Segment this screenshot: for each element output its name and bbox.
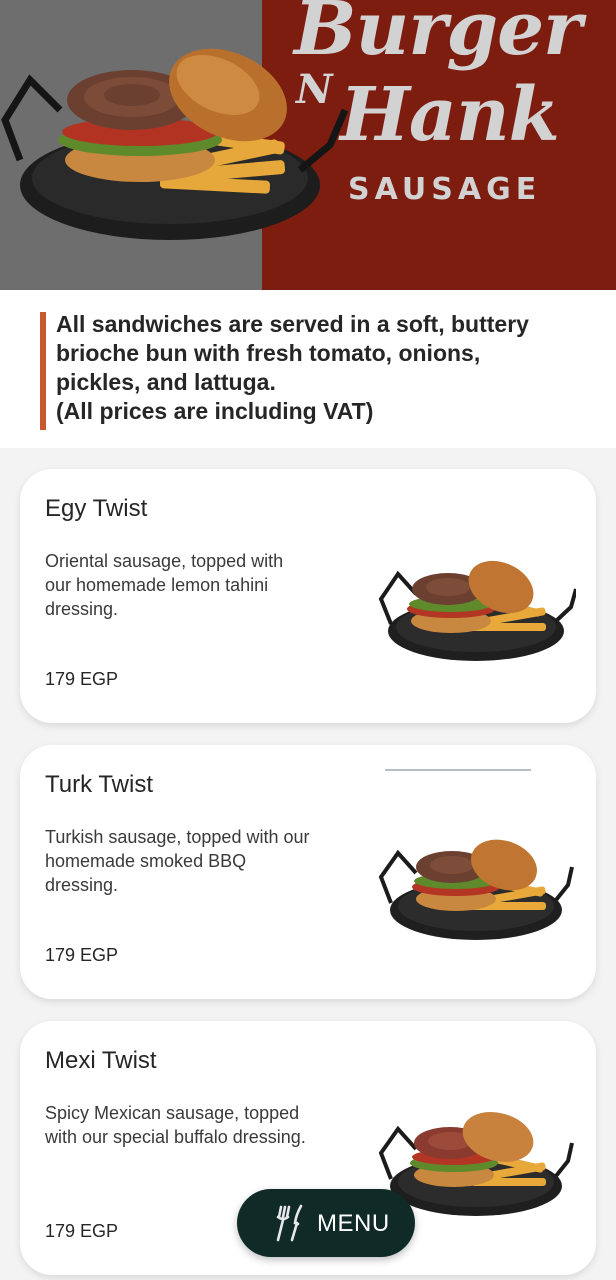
item-description-line: dressing. <box>45 599 119 619</box>
notice-line: (All prices are including VAT) <box>56 398 374 424</box>
item-description: Spicy Mexican sausage, topped with our s… <box>45 1101 345 1149</box>
item-description-line: with our special buffalo dressing. <box>45 1127 306 1147</box>
info-notice: All sandwiches are served in a soft, but… <box>0 290 616 448</box>
item-description: Oriental sausage, topped with our homema… <box>45 549 345 621</box>
menu-button-label: MENU <box>317 1210 390 1237</box>
item-description: Turkish sausage, topped with our homemad… <box>45 825 345 897</box>
item-title: Egy Twist <box>45 495 148 522</box>
notice-line: brioche bun with fresh tomato, onions, <box>56 340 481 366</box>
image-divider-line <box>385 769 531 771</box>
item-price: 179 EGP <box>45 669 119 689</box>
brand-logo-hank: Hank <box>340 72 560 158</box>
item-title: Mexi Twist <box>45 1047 157 1074</box>
menu-button[interactable]: MENU <box>237 1189 415 1257</box>
notice-accent-bar <box>40 312 46 430</box>
brand-logo-n: N <box>296 66 333 113</box>
hero-banner: Burger N Hank SAUSAGE <box>0 0 616 290</box>
brand-logo-burger: Burger <box>294 0 582 72</box>
item-description-line: homemade smoked BBQ <box>45 851 247 871</box>
item-description-line: our homemade lemon tahini <box>45 575 269 595</box>
item-title: Turk Twist <box>45 771 154 798</box>
item-description-line: Oriental sausage, topped with <box>45 551 284 571</box>
notice-text: All sandwiches are served in a soft, but… <box>56 310 596 426</box>
item-photo <box>378 560 576 661</box>
menu-item-card-turk-twist[interactable]: Turk Twist Turkish sausage, topped with … <box>20 745 596 999</box>
item-description-line: Spicy Mexican sausage, topped <box>45 1103 300 1123</box>
brand-logo-sausage: SAUSAGE <box>348 172 542 207</box>
notice-line: pickles, and lattuga. <box>56 369 276 395</box>
item-price: 179 EGP <box>45 945 119 965</box>
item-price: 179 EGP <box>45 1221 119 1241</box>
item-description-line: Turkish sausage, topped with our <box>45 827 310 847</box>
fork-knife-icon <box>276 1204 303 1242</box>
menu-item-card-egy-twist[interactable]: Egy Twist Oriental sausage, topped with … <box>20 469 596 723</box>
notice-line: All sandwiches are served in a soft, but… <box>56 311 529 337</box>
item-description-line: dressing. <box>45 875 119 895</box>
item-photo <box>378 839 574 940</box>
